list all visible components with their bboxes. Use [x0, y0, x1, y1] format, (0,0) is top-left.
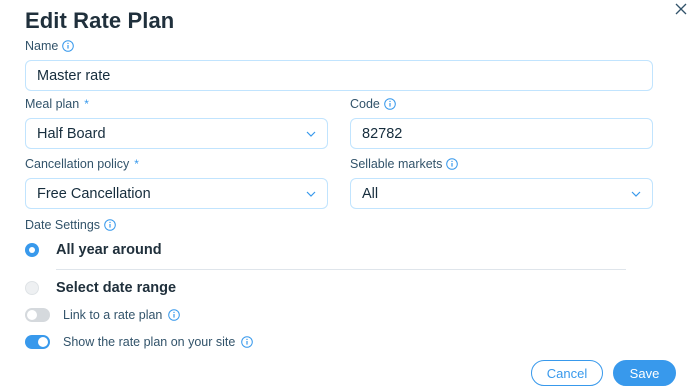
sellable-markets-select[interactable]: All [350, 178, 653, 209]
code-label: Code [350, 97, 396, 111]
show-on-site-label-text: Show the rate plan on your site [63, 335, 236, 349]
toggle-knob [27, 310, 37, 320]
close-icon[interactable] [673, 1, 689, 17]
info-icon[interactable] [62, 40, 75, 52]
radio-select-date-range[interactable]: Select date range [25, 280, 176, 296]
date-settings-label: Date Settings [25, 218, 116, 232]
name-label-text: Name [25, 39, 59, 53]
name-input-value[interactable] [37, 67, 652, 84]
show-on-site-toggle-row[interactable]: Show the rate plan on your site [25, 335, 254, 349]
required-asterisk: * [134, 157, 139, 171]
code-input[interactable] [350, 118, 653, 149]
date-settings-label-text: Date Settings [25, 218, 101, 232]
sellable-markets-label-text: Sellable markets [350, 157, 443, 171]
info-icon[interactable] [104, 219, 116, 231]
chevron-down-icon [306, 131, 316, 137]
show-on-site-toggle[interactable] [25, 335, 50, 349]
required-asterisk: * [84, 97, 89, 111]
info-icon[interactable] [384, 98, 396, 110]
link-rate-plan-label: Link to a rate plan [63, 308, 181, 322]
info-icon[interactable] [241, 336, 254, 348]
show-on-site-label: Show the rate plan on your site [63, 335, 254, 349]
meal-plan-label: Meal plan * [25, 97, 89, 111]
name-input[interactable] [25, 60, 653, 91]
meal-plan-label-text: Meal plan [25, 97, 80, 111]
edit-rate-plan-dialog: Edit Rate Plan Name Meal plan * Half Boa… [0, 0, 700, 390]
radio-button-unselected[interactable] [25, 281, 39, 295]
name-label: Name [25, 39, 75, 53]
radio-button-selected[interactable] [25, 243, 39, 257]
cancellation-policy-label: Cancellation policy * [25, 157, 139, 171]
link-rate-plan-toggle-row[interactable]: Link to a rate plan [25, 308, 181, 322]
cancellation-policy-label-text: Cancellation policy [25, 157, 130, 171]
cancel-button[interactable]: Cancel [531, 360, 603, 386]
meal-plan-value: Half Board [37, 125, 106, 142]
cancellation-policy-value: Free Cancellation [37, 185, 151, 202]
divider [56, 269, 626, 270]
cancellation-policy-select[interactable]: Free Cancellation [25, 178, 328, 209]
toggle-knob [38, 337, 48, 347]
link-rate-plan-label-text: Link to a rate plan [63, 308, 163, 322]
meal-plan-select[interactable]: Half Board [25, 118, 328, 149]
code-label-text: Code [350, 97, 380, 111]
radio-label: Select date range [56, 280, 177, 296]
chevron-down-icon [631, 191, 641, 197]
info-icon[interactable] [446, 158, 459, 170]
chevron-down-icon [306, 191, 316, 197]
dialog-title: Edit Rate Plan [25, 8, 175, 33]
sellable-markets-label: Sellable markets [350, 157, 459, 171]
link-rate-plan-toggle[interactable] [25, 308, 50, 322]
code-input-value[interactable] [362, 125, 652, 142]
info-icon[interactable] [168, 309, 181, 321]
save-button[interactable]: Save [613, 360, 676, 386]
radio-label: All year around [56, 242, 162, 258]
sellable-markets-value: All [362, 185, 379, 202]
radio-all-year-around[interactable]: All year around [25, 242, 162, 258]
